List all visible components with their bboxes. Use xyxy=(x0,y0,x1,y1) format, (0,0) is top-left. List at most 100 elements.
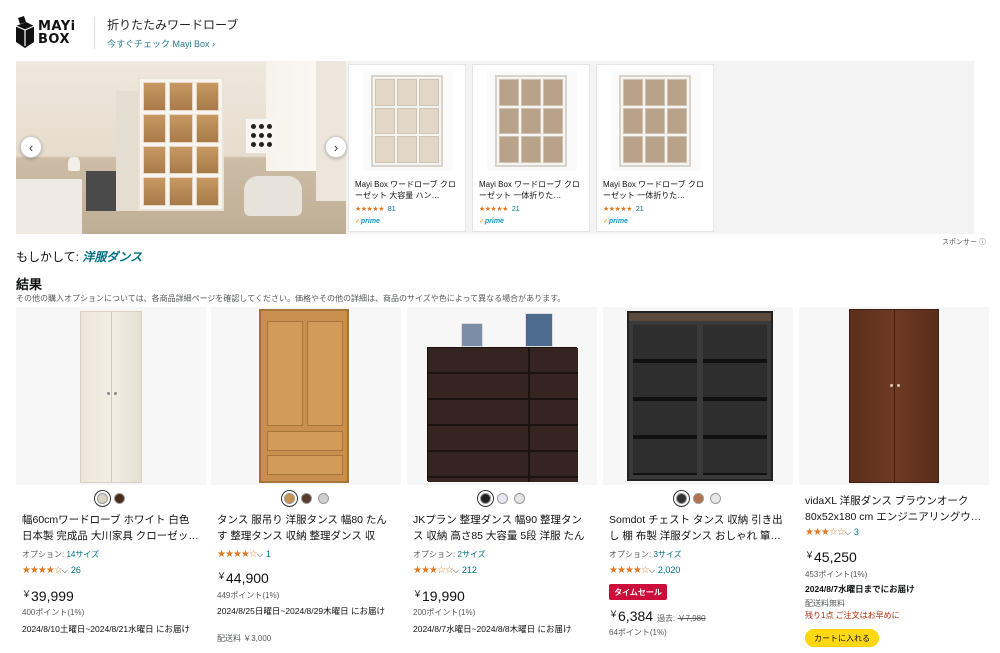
sponsored-label[interactable]: スポンサー ⓘ xyxy=(942,237,986,247)
sponsored-product-image[interactable] xyxy=(611,71,701,171)
chevron-down-icon[interactable]: ⌵ xyxy=(649,566,655,575)
carousel-prev-button[interactable]: ‹ xyxy=(20,136,42,158)
sponsored-banner: ‹ › Mayi Box ワードローブ クローゼット 大容量 ハン… ★★★★★… xyxy=(16,61,974,234)
product-title[interactable]: JKプラン 整理ダンス 幅90 整理タンス 収納 高さ85 大容量 5段 洋服 … xyxy=(413,512,591,544)
points: 64ポイント(1%) xyxy=(609,628,667,637)
prime-badge: ✓prime xyxy=(355,218,380,225)
did-you-mean-prefix: もしかして: xyxy=(16,250,79,264)
rating-count: 21 xyxy=(635,206,644,213)
mayibox-logo[interactable]: MAYi BOX xyxy=(14,13,92,53)
product-card: 幅60cmワードローブ ホワイト 白色 日本製 完成品 大川家具 クローゼッ… … xyxy=(16,307,206,653)
color-swatch[interactable] xyxy=(496,493,508,504)
product-options[interactable]: オプション: 14サイズ xyxy=(22,549,99,560)
star-rating[interactable]: ★★★☆☆⌵ 212 xyxy=(413,565,477,576)
star-rating[interactable]: ★★★★★ 81 xyxy=(355,205,396,213)
star-rating[interactable]: ★★★★☆⌵ 1 xyxy=(217,549,271,560)
star-rating[interactable]: ★★★★★ 21 xyxy=(603,205,644,213)
product-title[interactable]: Somdot チェスト タンス 収納 引き出し 棚 布製 洋服ダンス おしゃれ … xyxy=(609,512,787,544)
brand-headline[interactable]: 折りたたみワードローブ xyxy=(107,16,238,33)
color-swatch[interactable] xyxy=(513,493,525,504)
stars-icon: ★★★☆☆ xyxy=(805,527,846,538)
star-rating[interactable]: ★★★★★ 21 xyxy=(479,205,520,213)
stars-icon: ★★★★★ xyxy=(479,206,508,213)
product-card: タンス 服吊り 洋服タンス 幅80 たんす 整理タンス 収納 整理ダンス 収納…… xyxy=(211,307,401,653)
chevron-down-icon[interactable]: ⌵ xyxy=(62,566,68,575)
brand-store-link-text: 今すぐチェック Mayi Box xyxy=(107,39,210,49)
product-price[interactable]: ￥44,900 xyxy=(217,569,269,586)
rating-count[interactable]: 3 xyxy=(854,527,859,537)
hero-bed xyxy=(16,179,82,234)
product-image[interactable] xyxy=(211,307,401,485)
color-swatch[interactable] xyxy=(692,493,704,504)
points: 449ポイント(1%) xyxy=(217,591,280,600)
star-rating[interactable]: ★★★★☆⌵ 2,020 xyxy=(609,565,680,576)
rating-count[interactable]: 26 xyxy=(71,565,81,575)
color-swatch[interactable] xyxy=(317,493,329,504)
star-rating[interactable]: ★★★★☆⌵ 26 xyxy=(22,565,81,576)
sponsored-product-card[interactable]: Mayi Box ワードローブ クローゼット 一体折りた… ★★★★★ 21 ✓p… xyxy=(596,64,714,232)
logo-text-bottom: BOX xyxy=(38,32,71,47)
color-swatch[interactable] xyxy=(709,493,721,504)
points: 400ポイント(1%) xyxy=(22,608,85,617)
color-swatches xyxy=(16,493,206,504)
chevron-down-icon[interactable]: ⌵ xyxy=(453,566,459,575)
product-price[interactable]: ￥19,990 xyxy=(413,587,465,604)
color-swatches xyxy=(211,493,401,504)
delivery-date: 2024/8/25日曜日~2024/8/29木曜日 にお届け xyxy=(217,606,385,616)
color-swatch[interactable] xyxy=(300,493,312,504)
shipping-fee: 配送料 ￥3,000 xyxy=(217,634,272,643)
rating-count[interactable]: 1 xyxy=(266,549,271,559)
rating-count[interactable]: 212 xyxy=(462,565,477,575)
product-price[interactable]: ￥39,999 xyxy=(22,587,74,604)
product-title[interactable]: 幅60cmワードローブ ホワイト 白色 日本製 完成品 大川家具 クローゼッ… xyxy=(22,512,200,544)
add-to-cart-button[interactable]: カートに入れる xyxy=(805,629,879,647)
brand-store-link[interactable]: 今すぐチェック Mayi Box › xyxy=(107,37,238,50)
product-image[interactable] xyxy=(407,307,597,485)
hero-lamp xyxy=(68,157,80,171)
chevron-down-icon[interactable]: ⌵ xyxy=(845,528,851,537)
results-heading: 結果 xyxy=(16,277,43,292)
points: 200ポイント(1%) xyxy=(413,608,476,617)
product-image[interactable] xyxy=(16,307,206,485)
options-link[interactable]: 2サイズ xyxy=(457,550,485,559)
sponsored-product-title[interactable]: Mayi Box ワードローブ クローゼット 一体折りた… xyxy=(603,179,709,201)
sponsored-product-image[interactable] xyxy=(363,71,453,171)
chevron-down-icon[interactable]: ⌵ xyxy=(257,550,263,559)
product-image[interactable] xyxy=(603,307,793,485)
color-swatch[interactable] xyxy=(675,493,687,504)
options-link[interactable]: 3サイズ xyxy=(653,550,681,559)
rating-count[interactable]: 2,020 xyxy=(658,565,681,575)
sponsored-product-title[interactable]: Mayi Box ワードローブ クローゼット 大容量 ハン… xyxy=(355,179,461,201)
sponsored-product-title[interactable]: Mayi Box ワードローブ クローゼット 一体折りた… xyxy=(479,179,585,201)
prime-badge: ✓prime xyxy=(603,218,628,225)
options-link[interactable]: 14サイズ xyxy=(66,550,99,559)
sponsored-product-card[interactable]: Mayi Box ワードローブ クローゼット 大容量 ハン… ★★★★★ 81 ✓… xyxy=(348,64,466,232)
product-price[interactable]: ￥6,384 過去: ￥7,980 xyxy=(609,607,706,624)
product-card: Somdot チェスト タンス 収納 引き出し 棚 布製 洋服ダンス おしゃれ … xyxy=(603,307,793,653)
product-options[interactable]: オプション: 2サイズ xyxy=(413,549,486,560)
color-swatches xyxy=(407,493,597,504)
hero-curtain xyxy=(316,61,346,201)
product-title[interactable]: vidaXL 洋服ダンス ブラウンオーク 80x52x180 cm エンジニアリ… xyxy=(805,493,983,525)
product-title[interactable]: タンス 服吊り 洋服タンス 幅80 たんす 整理タンス 収納 整理ダンス 収納… xyxy=(217,512,395,544)
color-swatch[interactable] xyxy=(283,493,295,504)
chevron-right-icon: › xyxy=(212,39,216,49)
color-swatch[interactable] xyxy=(479,493,491,504)
rating-count: 81 xyxy=(387,206,396,213)
product-image[interactable] xyxy=(799,307,989,485)
did-you-mean-link[interactable]: 洋服ダンス xyxy=(82,250,142,264)
star-rating[interactable]: ★★★☆☆⌵ 3 xyxy=(805,527,859,538)
sponsored-brand-header[interactable]: MAYi BOX 折りたたみワードローブ 今すぐチェック Mayi Box › xyxy=(14,12,334,54)
product-price[interactable]: ￥45,250 xyxy=(805,548,857,565)
color-swatch[interactable] xyxy=(97,493,108,504)
sponsored-product-card[interactable]: Mayi Box ワードローブ クローゼット 一体折りた… ★★★★★ 21 ✓p… xyxy=(472,64,590,232)
product-options[interactable]: オプション: 3サイズ xyxy=(609,549,682,560)
lifestyle-hero-image[interactable] xyxy=(16,61,346,234)
shipping-fee: 配送料無料 xyxy=(805,599,845,608)
stars-icon: ★★★☆☆ xyxy=(413,565,454,576)
sponsored-product-image[interactable] xyxy=(487,71,577,171)
color-swatch[interactable] xyxy=(114,493,125,504)
color-swatches xyxy=(603,493,793,504)
delivery-date: 2024/8/7水曜日~2024/8/8木曜日 にお届け xyxy=(413,624,572,634)
carousel-next-button[interactable]: › xyxy=(325,136,347,158)
